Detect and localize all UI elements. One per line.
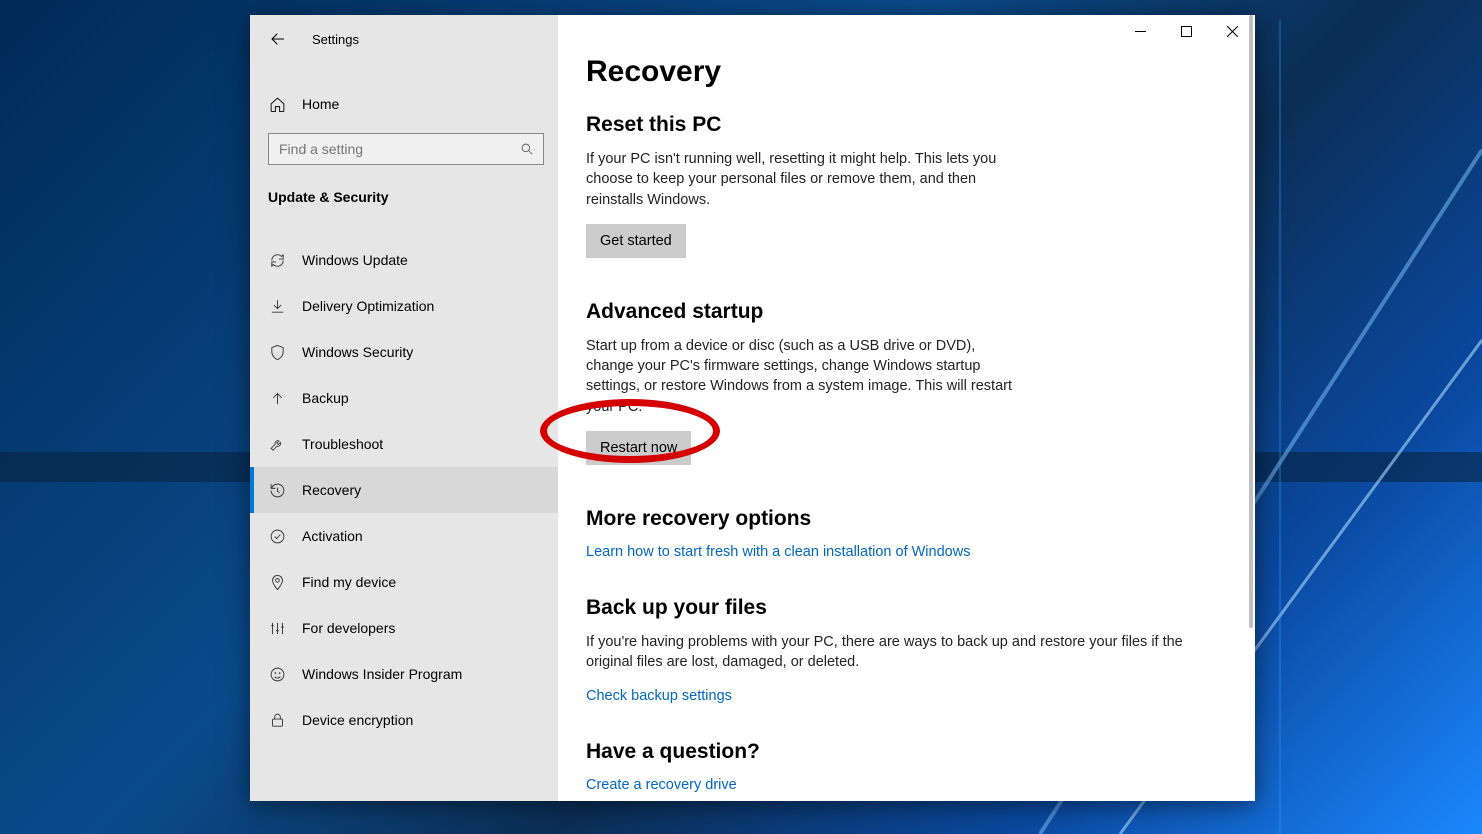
sidebar-item-label: Windows Security (302, 344, 413, 360)
sidebar-item-find-my-device[interactable]: Find my device (250, 559, 558, 605)
close-button[interactable] (1209, 15, 1255, 47)
sidebar-item-label: Find my device (302, 574, 396, 590)
sidebar-item-device-encryption[interactable]: Device encryption (250, 697, 558, 743)
sidebar-item-label: Delivery Optimization (302, 298, 434, 314)
question-heading: Have a question? (586, 740, 1227, 764)
sidebar-item-label: Troubleshoot (302, 436, 383, 452)
home-label: Home (302, 96, 339, 112)
check-backup-settings-link[interactable]: Check backup settings (586, 688, 732, 704)
back-button[interactable] (268, 29, 288, 49)
minimize-button[interactable] (1117, 15, 1163, 47)
location-icon (268, 573, 286, 591)
sidebar-item-activation[interactable]: Activation (250, 513, 558, 559)
shield-icon (268, 343, 286, 361)
sidebar-item-label: Windows Update (302, 252, 408, 268)
sidebar-item-delivery-optimization[interactable]: Delivery Optimization (250, 283, 558, 329)
app-title: Settings (312, 32, 359, 47)
maximize-button[interactable] (1163, 15, 1209, 47)
content-pane: Recovery Reset this PC If your PC isn't … (558, 15, 1255, 801)
check-circle-icon (268, 527, 286, 545)
history-icon (268, 481, 286, 499)
arrow-up-icon (268, 389, 286, 407)
window-caption-buttons (1117, 15, 1255, 47)
reset-heading: Reset this PC (586, 113, 1227, 137)
arrow-left-icon (269, 30, 287, 48)
get-started-button[interactable]: Get started (586, 224, 686, 258)
download-icon (268, 297, 286, 315)
sidebar: Settings Home Update & Security Windows … (250, 15, 558, 801)
more-options-heading: More recovery options (586, 507, 1227, 531)
sidebar-item-windows-security[interactable]: Windows Security (250, 329, 558, 375)
insider-icon (268, 665, 286, 683)
sidebar-item-for-developers[interactable]: For developers (250, 605, 558, 651)
wrench-icon (268, 435, 286, 453)
sidebar-item-label: Backup (302, 390, 349, 406)
home-icon (268, 95, 286, 113)
advanced-startup-description: Start up from a device or disc (such as … (586, 336, 1026, 417)
sidebar-item-recovery[interactable]: Recovery (250, 467, 558, 513)
section-title: Update & Security (250, 179, 558, 217)
settings-sliders-icon (268, 619, 286, 637)
sidebar-nav: Windows Update Delivery Optimization Win… (250, 237, 558, 743)
home-button[interactable]: Home (250, 83, 558, 125)
sidebar-item-windows-insider-program[interactable]: Windows Insider Program (250, 651, 558, 697)
sidebar-item-label: Activation (302, 528, 363, 544)
sync-icon (268, 251, 286, 269)
sidebar-item-label: For developers (302, 620, 395, 636)
settings-window: Settings Home Update & Security Windows … (250, 15, 1255, 801)
page-title: Recovery (586, 55, 1227, 89)
sidebar-item-label: Windows Insider Program (302, 666, 462, 682)
backup-heading: Back up your files (586, 596, 1227, 620)
sidebar-item-windows-update[interactable]: Windows Update (250, 237, 558, 283)
sidebar-item-troubleshoot[interactable]: Troubleshoot (250, 421, 558, 467)
reset-description: If your PC isn't running well, resetting… (586, 149, 1026, 210)
sidebar-item-label: Recovery (302, 482, 361, 498)
create-recovery-drive-link[interactable]: Create a recovery drive (586, 777, 737, 793)
restart-now-button[interactable]: Restart now (586, 431, 691, 465)
search-input[interactable] (268, 133, 544, 165)
advanced-startup-heading: Advanced startup (586, 300, 1227, 324)
backup-description: If you're having problems with your PC, … (586, 632, 1227, 673)
lock-icon (268, 711, 286, 729)
sidebar-item-label: Device encryption (302, 712, 413, 728)
search-icon (520, 142, 534, 156)
scrollbar[interactable] (1249, 15, 1253, 628)
learn-fresh-install-link[interactable]: Learn how to start fresh with a clean in… (586, 544, 970, 560)
sidebar-item-backup[interactable]: Backup (250, 375, 558, 421)
